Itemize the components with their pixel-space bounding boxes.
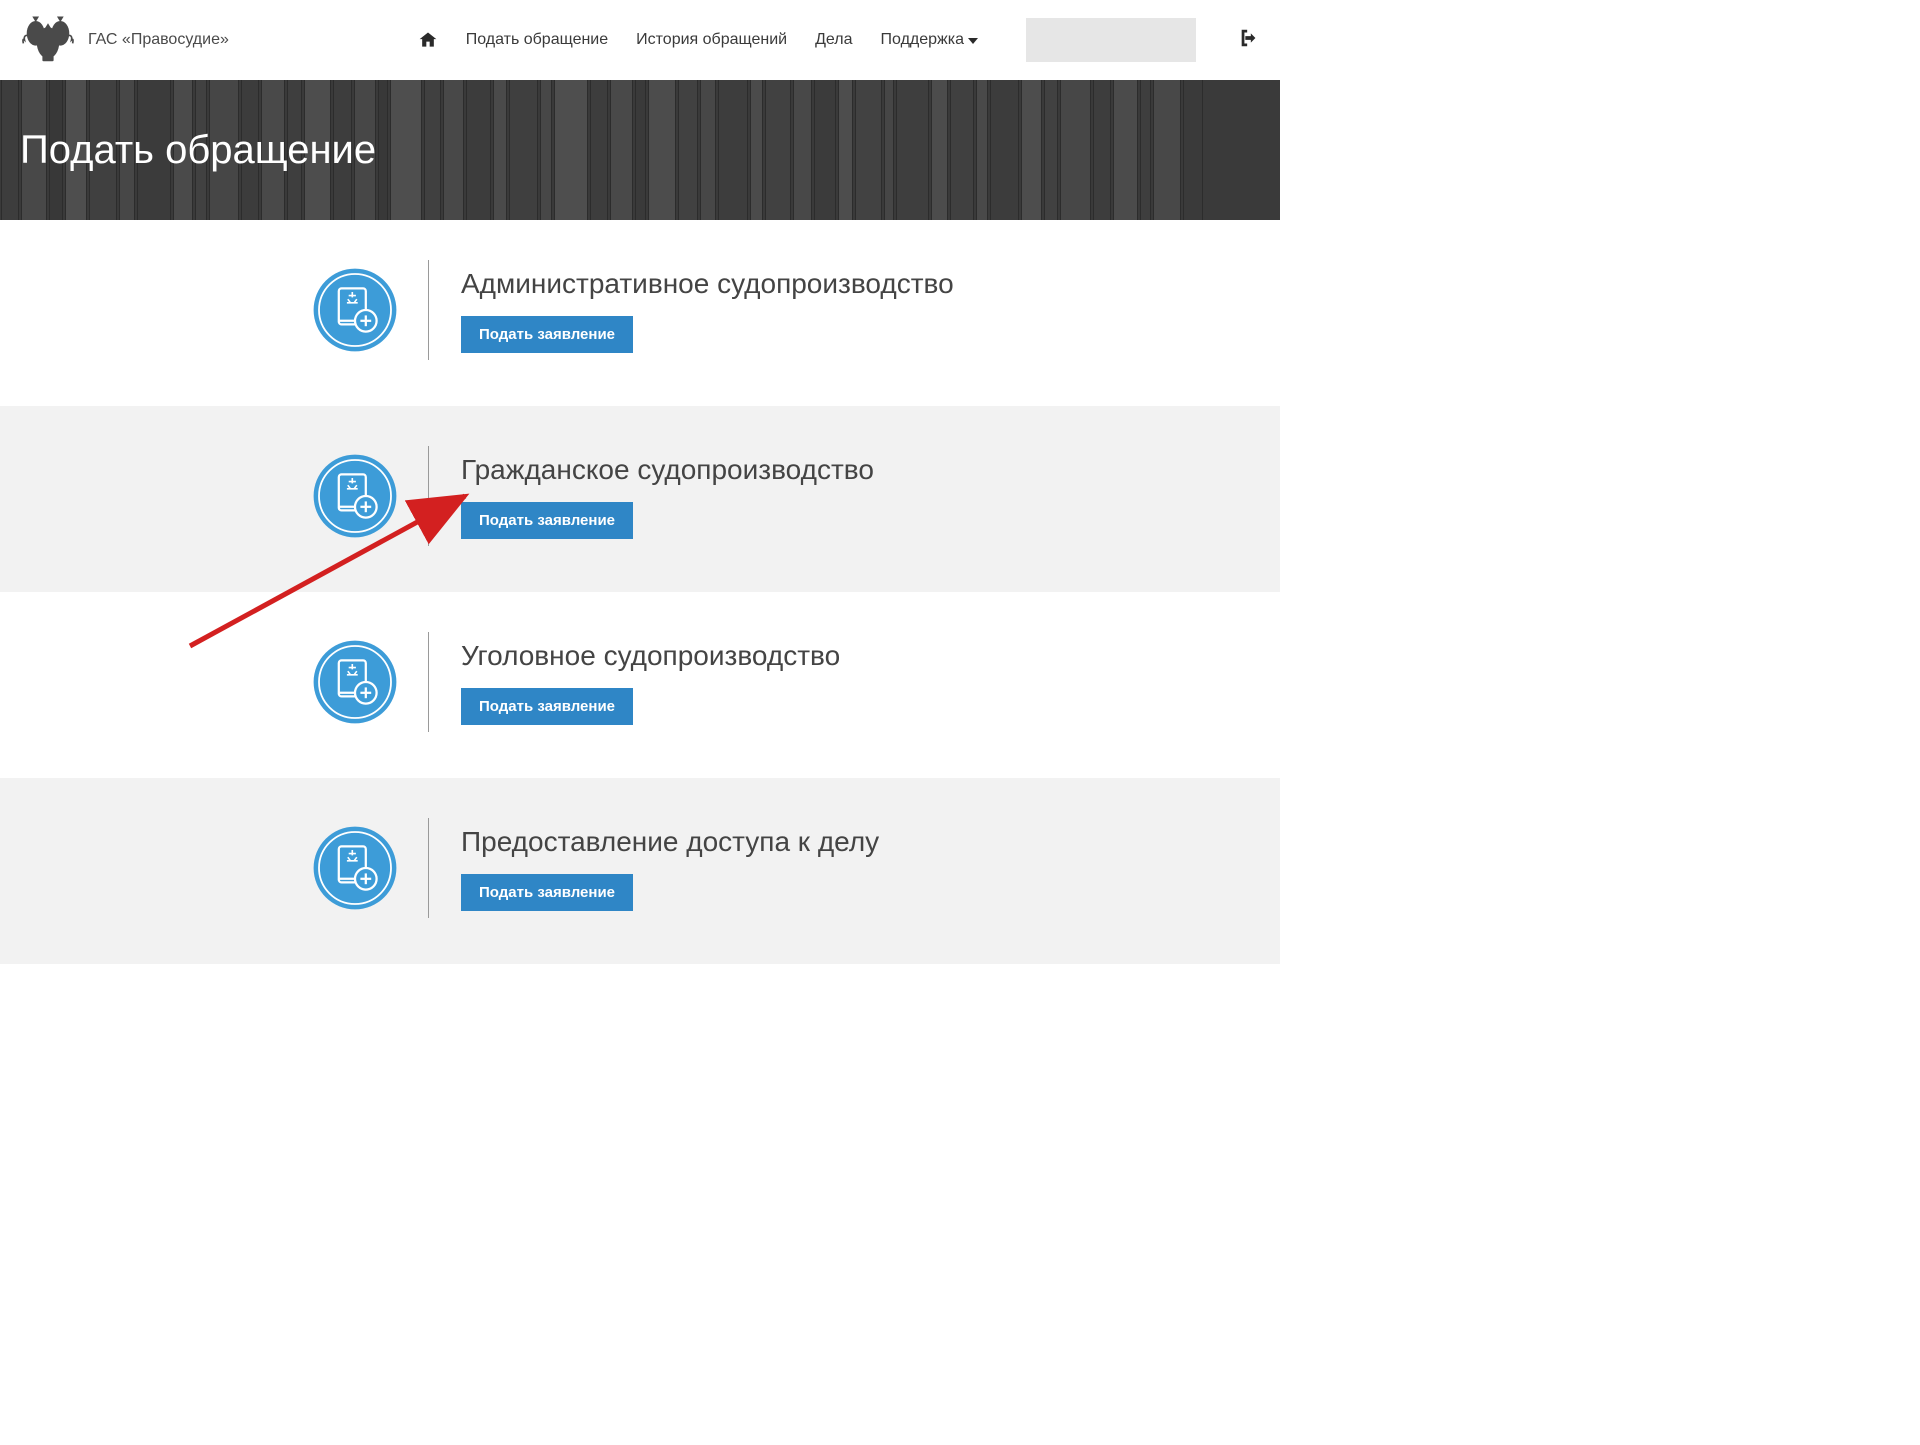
book-plus-icon xyxy=(310,823,400,913)
apply-button-administrative[interactable]: Подать заявление xyxy=(461,316,633,353)
book-plus-icon xyxy=(310,637,400,727)
page-title: Подать обращение xyxy=(20,128,376,173)
caret-down-icon xyxy=(968,31,978,49)
section-title: Гражданское судопроизводство xyxy=(461,454,874,486)
section-administrative: Административное судопроизводство Подать… xyxy=(0,220,1280,406)
home-icon xyxy=(418,30,438,50)
book-plus-icon xyxy=(310,451,400,541)
nav-home[interactable] xyxy=(418,30,438,50)
vertical-divider xyxy=(428,260,429,360)
banner: Подать обращение xyxy=(0,80,1280,220)
section-criminal: Уголовное судопроизводство Подать заявле… xyxy=(0,592,1280,778)
emblem-icon xyxy=(20,12,76,68)
book-plus-icon xyxy=(310,265,400,355)
nav-support[interactable]: Поддержка xyxy=(881,31,978,49)
section-title: Административное судопроизводство xyxy=(461,268,954,300)
nav: Подать обращение История обращений Дела … xyxy=(418,18,1260,62)
apply-button-civil[interactable]: Подать заявление xyxy=(461,502,633,539)
vertical-divider xyxy=(428,818,429,918)
header: ГАС «Правосудие» Подать обращение Истори… xyxy=(0,0,1280,80)
section-civil: Гражданское судопроизводство Подать заяв… xyxy=(0,406,1280,592)
apply-button-criminal[interactable]: Подать заявление xyxy=(461,688,633,725)
section-case-access: Предоставление доступа к делу Подать зая… xyxy=(0,778,1280,964)
vertical-divider xyxy=(428,632,429,732)
logout-icon[interactable] xyxy=(1238,27,1260,54)
nav-history[interactable]: История обращений xyxy=(636,31,787,49)
nav-submit[interactable]: Подать обращение xyxy=(466,31,608,49)
logo-block: ГАС «Правосудие» xyxy=(20,12,229,68)
nav-support-label: Поддержка xyxy=(881,31,964,49)
app-title: ГАС «Правосудие» xyxy=(88,31,229,49)
nav-cases[interactable]: Дела xyxy=(815,31,852,49)
section-title: Уголовное судопроизводство xyxy=(461,640,840,672)
section-title: Предоставление доступа к делу xyxy=(461,826,879,858)
apply-button-case-access[interactable]: Подать заявление xyxy=(461,874,633,911)
vertical-divider xyxy=(428,446,429,546)
user-badge[interactable] xyxy=(1026,18,1196,62)
